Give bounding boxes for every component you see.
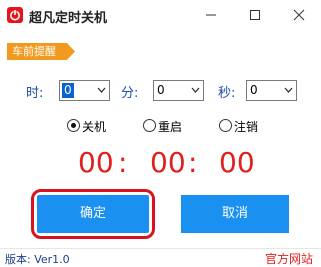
restart-label: 重启 (158, 120, 183, 134)
logout-label: 注销 (234, 120, 259, 134)
title-bar: 超凡定时关机 (0, 0, 321, 30)
radio-circle (143, 119, 156, 132)
close-icon (293, 9, 305, 21)
maximize-button[interactable] (233, 0, 277, 30)
second-value: 0 (250, 83, 258, 97)
minimize-button[interactable] (189, 0, 233, 30)
version-label: 版本: Ver1.0 (5, 253, 70, 266)
hour-value: 0 (62, 83, 74, 98)
official-site-link[interactable]: 官方网站 (265, 250, 313, 267)
countdown-separator: : (188, 146, 198, 179)
countdown-seconds: 00 (219, 146, 255, 179)
second-select[interactable]: 0 (246, 80, 297, 101)
radio-circle (67, 119, 80, 132)
second-label: 秒: (218, 86, 236, 101)
window-title: 超凡定时关机 (29, 11, 108, 26)
radio-circle (219, 119, 232, 132)
hour-select[interactable]: 0 (59, 80, 110, 101)
maximize-icon (250, 10, 260, 20)
status-bar: 版本: Ver1.0 官方网站 (0, 248, 321, 267)
close-button[interactable] (277, 0, 321, 30)
power-icon (7, 7, 23, 23)
countdown-display: 00 : 00 : 00 (0, 143, 321, 183)
chevron-down-icon (191, 87, 200, 93)
countdown-minutes: 00 (150, 146, 186, 179)
hour-label: 时: (26, 86, 44, 101)
minute-value: 0 (157, 83, 165, 97)
ok-button[interactable]: 确定 (37, 195, 149, 233)
shutdown-label: 关机 (82, 120, 107, 134)
countdown-separator: : (118, 146, 128, 179)
countdown-hours: 00 (78, 146, 114, 179)
cancel-button[interactable]: 取消 (181, 195, 289, 233)
chevron-down-icon (97, 87, 106, 93)
minute-select[interactable]: 0 (153, 80, 204, 101)
chevron-down-icon (284, 87, 293, 93)
minimize-icon (206, 14, 216, 16)
radio-dot (71, 123, 76, 128)
reminder-tag[interactable]: 车前提醒 (7, 43, 75, 60)
minute-label: 分: (121, 86, 139, 101)
